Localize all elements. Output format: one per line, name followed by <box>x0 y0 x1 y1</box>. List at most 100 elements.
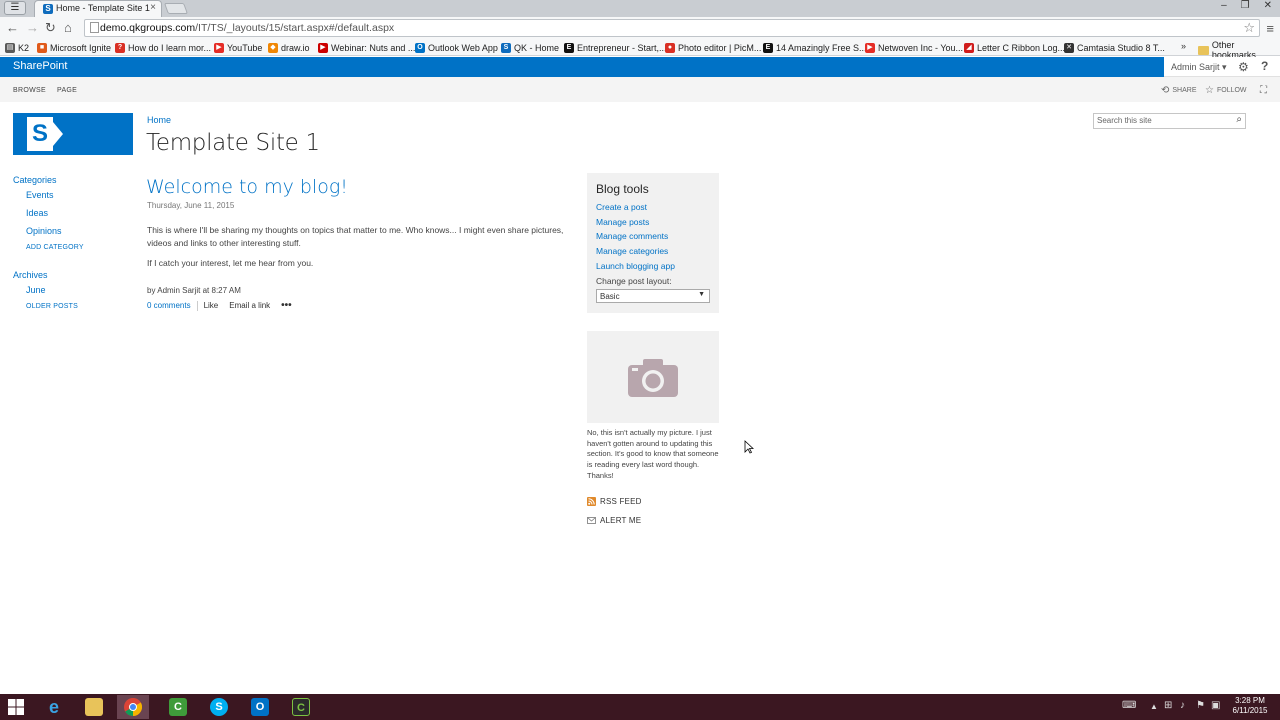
envelope-icon <box>587 517 596 524</box>
browser-tab-active[interactable]: S Home - Template Site 1 × <box>34 0 162 17</box>
bookmark-item[interactable]: E 14 Amazingly Free S... <box>763 40 867 55</box>
minimize-icon[interactable]: – <box>1221 0 1227 15</box>
bookmark-item[interactable]: ◆ draw.io <box>268 40 310 55</box>
taskbar-outlook[interactable]: O <box>244 695 276 719</box>
chrome-user-menu-icon[interactable]: ☰ <box>4 1 26 15</box>
show-hidden-icons-icon[interactable]: ▲ <box>1150 702 1158 711</box>
camtasia-studio-icon: C <box>292 698 310 716</box>
bookmark-item[interactable]: ▶ YouTube <box>214 40 262 55</box>
search-input[interactable]: Search this site ⌕ <box>1093 113 1246 129</box>
page-title[interactable]: Template Site 1 <box>146 130 320 156</box>
help-icon[interactable]: ? <box>1261 59 1268 73</box>
older-posts-link[interactable]: OLDER POSTS <box>26 303 78 310</box>
touch-keyboard-icon[interactable]: ⌨ <box>1122 700 1136 711</box>
taskbar-internet-explorer[interactable]: e <box>38 695 70 719</box>
forward-arrow-icon[interactable]: → <box>26 20 39 36</box>
post-paragraph: This is where I'll be sharing my thought… <box>147 225 564 248</box>
bookmark-item[interactable]: ? How do I learn mor... <box>115 40 211 55</box>
comments-link[interactable]: 0 comments <box>147 301 191 310</box>
bookmark-star-icon[interactable]: ☆ <box>1243 20 1255 36</box>
nav-item-june[interactable]: June <box>26 285 46 295</box>
bookmark-item[interactable]: ■ Microsoft Ignite <box>37 40 111 55</box>
sharepoint-brand[interactable]: SharePoint <box>13 60 67 72</box>
system-clock[interactable]: 3:28 PM 6/11/2015 <box>1226 696 1274 716</box>
rss-feed-link[interactable]: RSS FEED <box>587 497 642 506</box>
breadcrumb[interactable]: Home <box>147 115 171 125</box>
tray-windows-icon[interactable]: ⊞ <box>1164 700 1172 711</box>
restore-icon[interactable]: ❐ <box>1241 0 1250 15</box>
bookmark-favicon-icon: ▶ <box>318 42 328 53</box>
url-text: demo.qkgroups.com/IT/TS/_layouts/15/star… <box>100 22 394 34</box>
bookmark-item[interactable]: E Entrepreneur - Start,... <box>564 40 667 55</box>
close-window-icon[interactable]: ✕ <box>1264 0 1272 15</box>
post-layout-select[interactable]: Basic ▼ <box>596 289 710 303</box>
bookmark-item[interactable]: S QK - Home <box>501 40 559 55</box>
alert-me-label: ALERT ME <box>600 516 642 525</box>
taskbar-chrome[interactable] <box>117 695 149 719</box>
search-icon[interactable]: ⌕ <box>1236 114 1242 125</box>
site-logo[interactable]: S <box>13 113 133 155</box>
start-button[interactable] <box>0 695 32 719</box>
url-path: /IT/TS/_layouts/15/start.aspx#/default.a… <box>195 22 395 34</box>
tab-page[interactable]: PAGE <box>57 87 77 94</box>
share-icon: ⟲ <box>1161 85 1170 96</box>
bookmark-favicon-icon: ● <box>665 42 675 53</box>
tab-browse[interactable]: BROWSE <box>13 87 46 94</box>
nav-heading-archives[interactable]: Archives <box>13 270 48 280</box>
bookmark-label: 14 Amazingly Free S... <box>776 42 867 53</box>
post-author[interactable]: Admin Sarjit <box>157 286 200 295</box>
window-controls: – ❐ ✕ <box>1221 0 1272 15</box>
camtasia-recorder-icon: C <box>169 698 187 716</box>
new-tab-button[interactable] <box>163 3 189 14</box>
bookmark-item[interactable]: ▶ Netwoven Inc - You... <box>865 40 963 55</box>
post-title[interactable]: Welcome to my blog! <box>146 176 348 198</box>
bookmark-favicon-icon: O <box>415 42 425 53</box>
nav-heading-categories[interactable]: Categories <box>13 175 57 185</box>
follow-button[interactable]: ☆ FOLLOW <box>1205 85 1247 96</box>
taskbar-skype[interactable]: S <box>203 695 235 719</box>
clock-date: 6/11/2015 <box>1232 706 1268 715</box>
nav-item-events[interactable]: Events <box>26 190 54 200</box>
bookmark-item[interactable]: O Outlook Web App <box>415 40 498 55</box>
bookmark-item[interactable]: ● Photo editor | PicM... <box>665 40 761 55</box>
tab-close-icon[interactable]: × <box>150 2 156 13</box>
manage-comments-link[interactable]: Manage comments <box>596 231 668 241</box>
chrome-menu-icon[interactable]: ≡ <box>1266 21 1274 36</box>
sharepoint-logo-icon: S <box>27 117 53 151</box>
action-center-flag-icon[interactable]: ⚑ <box>1196 700 1205 711</box>
bookmark-label: Camtasia Studio 8 T... <box>1077 42 1165 53</box>
network-icon[interactable]: ▣ <box>1211 700 1220 711</box>
nav-item-ideas[interactable]: Ideas <box>26 208 48 218</box>
more-options-icon[interactable]: ••• <box>281 300 292 311</box>
manage-posts-link[interactable]: Manage posts <box>596 217 649 227</box>
bookmark-item[interactable]: ✕ Camtasia Studio 8 T... <box>1064 40 1165 55</box>
volume-icon[interactable]: ♪ <box>1180 700 1185 711</box>
taskbar-camtasia-studio[interactable]: C <box>285 695 317 719</box>
home-icon[interactable]: ⌂ <box>64 20 72 36</box>
alert-me-link[interactable]: ALERT ME <box>587 516 641 525</box>
bookmarks-overflow-icon[interactable]: » <box>1181 41 1186 51</box>
like-button[interactable]: Like <box>204 301 219 310</box>
user-menu[interactable]: Admin Sarjit ▾ <box>1171 62 1227 73</box>
reload-icon[interactable]: ↻ <box>45 20 56 36</box>
launch-blogging-app-link[interactable]: Launch blogging app <box>596 261 675 271</box>
post-layout-label: Change post layout: <box>596 276 672 286</box>
bookmark-item[interactable]: ▶ Webinar: Nuts and ... <box>318 40 415 55</box>
outlook-icon: O <box>251 698 269 716</box>
create-post-link[interactable]: Create a post <box>596 202 647 212</box>
manage-categories-link[interactable]: Manage categories <box>596 246 668 256</box>
post-time: 8:27 AM <box>211 286 241 295</box>
email-link-button[interactable]: Email a link <box>229 301 270 310</box>
share-button[interactable]: ⟲ SHARE <box>1161 85 1197 96</box>
taskbar-camtasia-recorder[interactable]: C <box>162 695 194 719</box>
back-arrow-icon[interactable]: ← <box>6 20 19 36</box>
bookmark-item[interactable]: ◢ Letter C Ribbon Log... <box>964 40 1065 55</box>
skype-icon: S <box>210 698 228 716</box>
bookmark-item[interactable]: ▤ K2 <box>5 40 29 55</box>
taskbar-file-explorer[interactable] <box>78 695 110 719</box>
focus-on-content-icon[interactable]: ⛶ <box>1260 85 1267 96</box>
settings-gear-icon[interactable]: ⚙ <box>1238 60 1249 74</box>
add-category-link[interactable]: ADD CATEGORY <box>26 244 84 251</box>
nav-item-opinions[interactable]: Opinions <box>26 226 62 236</box>
address-bar[interactable]: demo.qkgroups.com/IT/TS/_layouts/15/star… <box>84 19 1260 37</box>
